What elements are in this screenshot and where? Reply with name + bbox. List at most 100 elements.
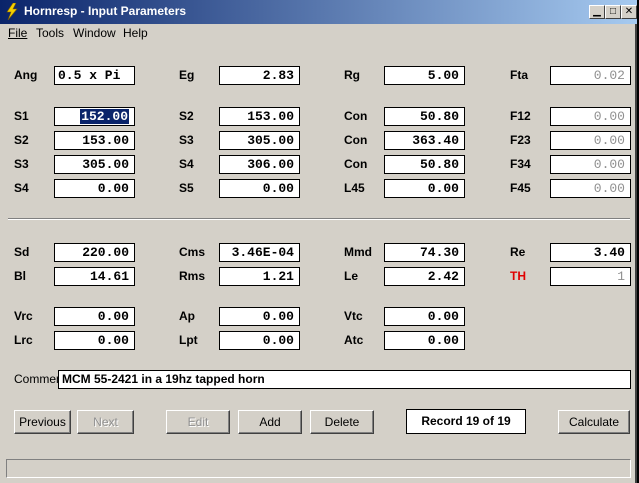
menu-file-label: File <box>8 26 28 40</box>
window-title: Hornresp - Input Parameters <box>24 4 187 18</box>
re-field[interactable]: 3.40 <box>550 243 631 262</box>
con2-label: Con <box>344 133 368 147</box>
delete-button[interactable]: Delete <box>310 410 374 434</box>
ap-label: Ap <box>179 309 195 323</box>
menu-window-label: Window <box>73 26 116 40</box>
menu-file[interactable]: File <box>8 26 27 40</box>
s5-field[interactable]: 0.00 <box>219 179 300 198</box>
ap-field[interactable]: 0.00 <box>219 307 300 326</box>
s3b-label: S3 <box>14 157 29 171</box>
lpt-label: Lpt <box>179 333 198 347</box>
s2-field[interactable]: 153.00 <box>219 107 300 126</box>
menu-tools[interactable]: Tools <box>36 26 64 40</box>
vtc-field[interactable]: 0.00 <box>384 307 465 326</box>
s4b-label: S4 <box>14 181 29 195</box>
le-label: Le <box>344 269 359 283</box>
cms-field[interactable]: 3.46E-04 <box>219 243 300 262</box>
s2-label: S2 <box>179 109 194 123</box>
next-button-label: Next <box>93 415 118 429</box>
s3-field[interactable]: 305.00 <box>219 131 300 150</box>
rg-label: Rg <box>344 68 360 82</box>
s2b-label: S2 <box>14 133 29 147</box>
eg-field[interactable]: 2.83 <box>219 66 300 85</box>
cms-label: Cms <box>179 245 206 259</box>
lrc-label: Lrc <box>14 333 33 347</box>
edit-button-label: Edit <box>187 415 209 429</box>
con1-field[interactable]: 50.80 <box>384 107 465 126</box>
menu-window[interactable]: Window <box>73 26 116 40</box>
bl-label: Bl <box>14 269 26 283</box>
lightning-icon <box>6 3 18 20</box>
s4b-field[interactable]: 0.00 <box>54 179 135 198</box>
mmd-label: Mmd <box>344 245 372 259</box>
close-icon: ✕ <box>624 6 634 17</box>
f34-label: F34 <box>510 157 531 171</box>
vtc-label: Vtc <box>344 309 363 323</box>
mmd-field[interactable]: 74.30 <box>384 243 465 262</box>
menu-help-label: Help <box>123 26 148 40</box>
con2-field[interactable]: 363.40 <box>384 131 465 150</box>
con3-field[interactable]: 50.80 <box>384 155 465 174</box>
f45-field[interactable]: 0.00 <box>550 179 631 198</box>
f34-field[interactable]: 0.00 <box>550 155 631 174</box>
atc-label: Atc <box>344 333 364 347</box>
s1-label: S1 <box>14 109 29 123</box>
status-bar <box>6 459 631 478</box>
con3-label: Con <box>344 157 368 171</box>
atc-field[interactable]: 0.00 <box>384 331 465 350</box>
vrc-field[interactable]: 0.00 <box>54 307 135 326</box>
l45-field[interactable]: 0.00 <box>384 179 465 198</box>
edit-button[interactable]: Edit <box>166 410 230 434</box>
le-field[interactable]: 2.42 <box>384 267 465 286</box>
record-indicator: Record 19 of 19 <box>406 409 526 434</box>
s4-label: S4 <box>179 157 194 171</box>
vrc-label: Vrc <box>14 309 33 323</box>
s2b-field[interactable]: 153.00 <box>54 131 135 150</box>
menu-tools-label: Tools <box>36 26 65 40</box>
maximize-button[interactable]: □ <box>605 5 621 19</box>
rg-field[interactable]: 5.00 <box>384 66 465 85</box>
maximize-icon: □ <box>609 6 617 17</box>
add-button[interactable]: Add <box>238 410 302 434</box>
ang-field[interactable]: 0.5 x Pi <box>54 66 135 85</box>
calculate-button-label: Calculate <box>568 415 620 429</box>
previous-button[interactable]: Previous <box>14 410 71 434</box>
sd-label: Sd <box>14 245 30 259</box>
th-label[interactable]: TH <box>510 269 526 283</box>
close-button[interactable]: ✕ <box>621 5 637 19</box>
section-divider <box>8 218 630 220</box>
menu-help[interactable]: Help <box>123 26 148 40</box>
main-window: Hornresp - Input Parameters ▁ □ ✕ File T… <box>0 0 637 483</box>
eg-label: Eg <box>179 68 195 82</box>
minimize-button[interactable]: ▁ <box>589 5 605 19</box>
minimize-icon: ▁ <box>593 6 601 17</box>
f12-label: F12 <box>510 109 531 123</box>
menu-bar: File Tools Window Help <box>0 24 637 42</box>
lrc-field[interactable]: 0.00 <box>54 331 135 350</box>
rms-field[interactable]: 1.21 <box>219 267 300 286</box>
comment-field[interactable]: MCM 55-2421 in a 19hz tapped horn <box>58 370 631 389</box>
s4-field[interactable]: 306.00 <box>219 155 300 174</box>
re-label: Re <box>510 245 526 259</box>
s1-field[interactable]: 152.00 <box>54 107 135 126</box>
fta-label: Fta <box>510 68 528 82</box>
sd-field[interactable]: 220.00 <box>54 243 135 262</box>
lpt-field[interactable]: 0.00 <box>219 331 300 350</box>
s5-label: S5 <box>179 181 194 195</box>
bl-field[interactable]: 14.61 <box>54 267 135 286</box>
f23-field[interactable]: 0.00 <box>550 131 631 150</box>
calculate-button[interactable]: Calculate <box>558 410 630 434</box>
con1-label: Con <box>344 109 368 123</box>
previous-button-label: Previous <box>19 415 66 429</box>
s3b-field[interactable]: 305.00 <box>54 155 135 174</box>
next-button[interactable]: Next <box>77 410 134 434</box>
f12-field[interactable]: 0.00 <box>550 107 631 126</box>
f45-label: F45 <box>510 181 531 195</box>
rms-label: Rms <box>179 269 206 283</box>
ang-label: Ang <box>14 68 38 82</box>
fta-field[interactable]: 0.02 <box>550 66 631 85</box>
th-field[interactable]: 1 <box>550 267 631 286</box>
f23-label: F23 <box>510 133 531 147</box>
title-bar[interactable]: Hornresp - Input Parameters ▁ □ ✕ <box>0 0 637 24</box>
delete-button-label: Delete <box>324 415 360 429</box>
